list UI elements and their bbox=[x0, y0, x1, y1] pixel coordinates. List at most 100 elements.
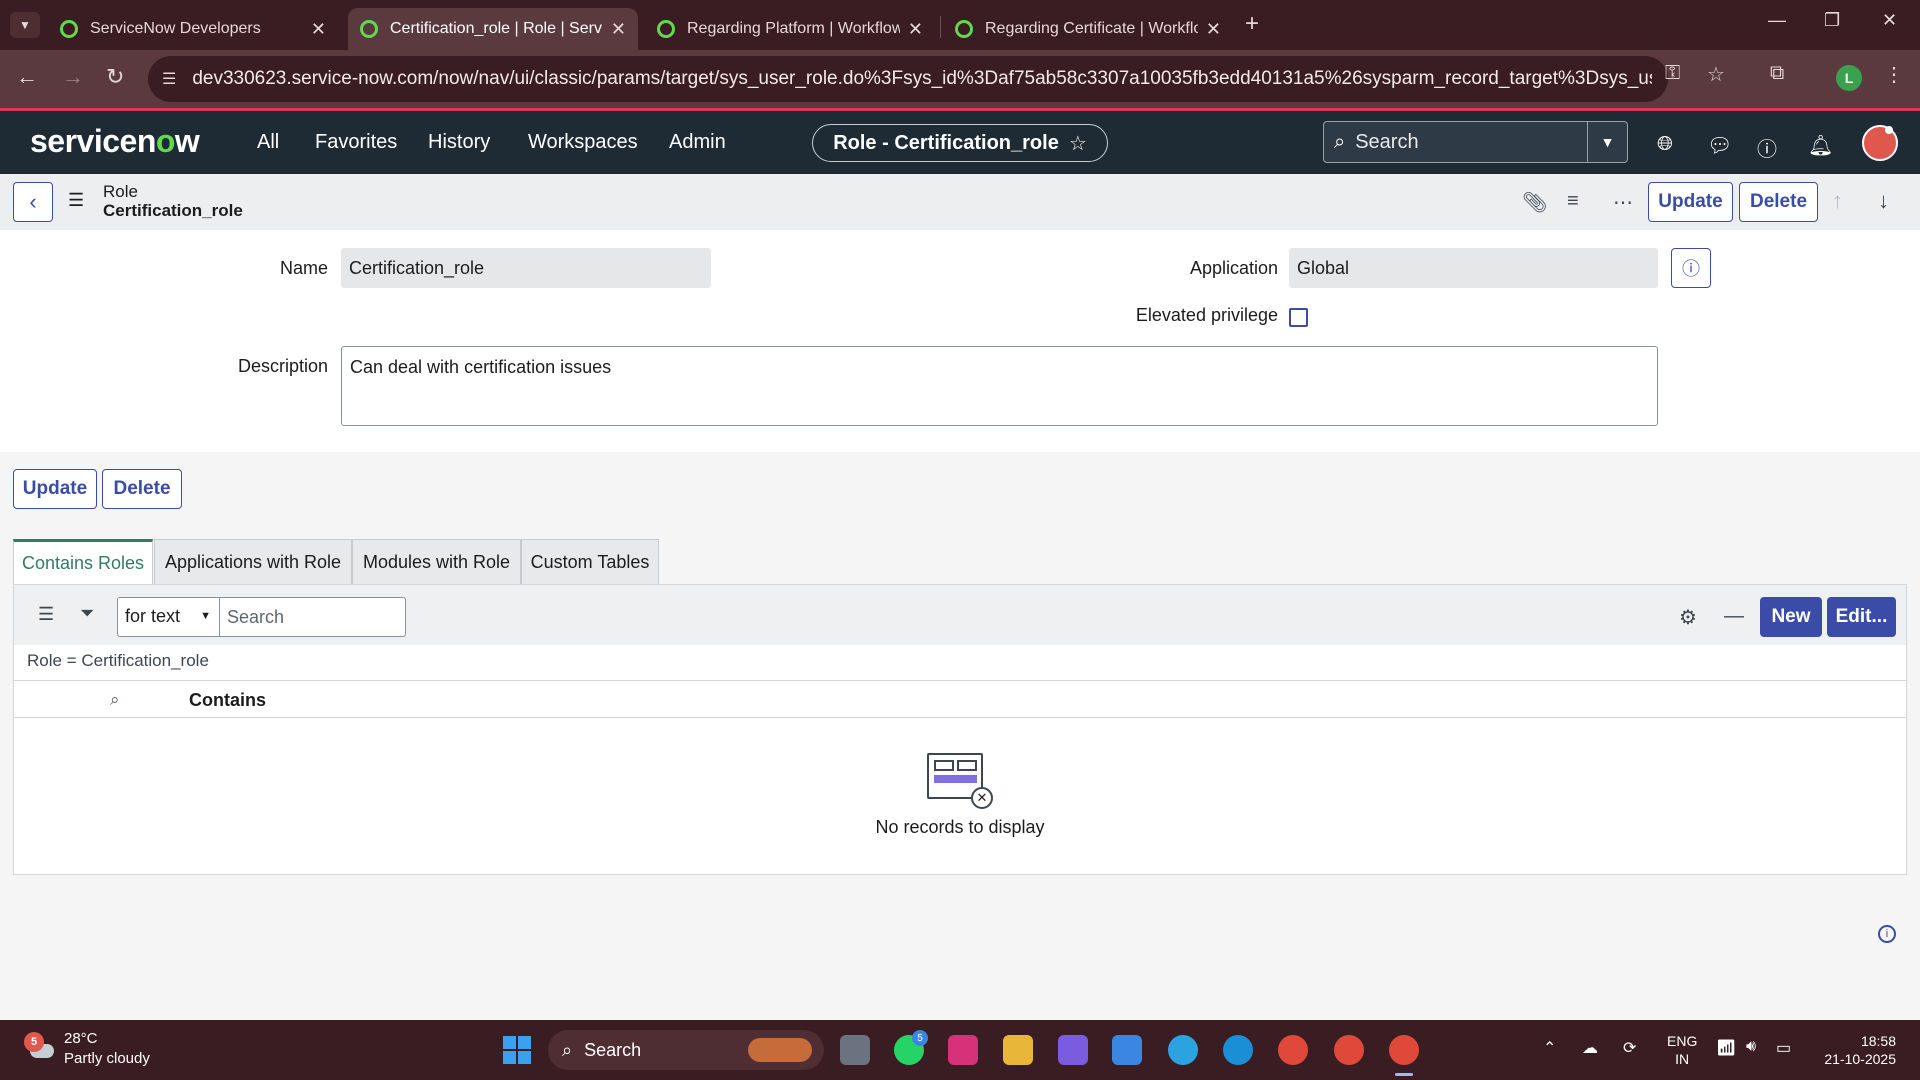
close-tab-icon[interactable]: ✕ bbox=[1206, 19, 1221, 40]
copilot-icon[interactable] bbox=[1058, 1035, 1088, 1065]
edge-browser-icon[interactable] bbox=[1223, 1035, 1253, 1065]
personalize-sliders-icon[interactable]: ≡ bbox=[1567, 190, 1579, 213]
edit-button[interactable]: Edit... bbox=[1827, 597, 1896, 637]
weather-temperature[interactable]: 28°C bbox=[64, 1030, 98, 1047]
search-input[interactable]: Search bbox=[1355, 131, 1587, 154]
show-hidden-icons-chevron-icon[interactable]: ⌃ bbox=[1543, 1038, 1556, 1058]
application-info-icon[interactable]: ⓘ bbox=[1671, 248, 1711, 288]
attachment-paperclip-icon[interactable]: 📎︎ bbox=[1522, 190, 1547, 215]
chrome-profile-icon[interactable] bbox=[1334, 1035, 1364, 1065]
filter-funnel-icon[interactable]: ⏷ bbox=[80, 603, 94, 624]
task-view-icon[interactable] bbox=[840, 1035, 870, 1065]
url-omnibox[interactable]: ☰ dev330623.service-now.com/now/nav/ui/c… bbox=[148, 56, 1668, 102]
more-options-icon[interactable]: ⋯ bbox=[1613, 190, 1633, 215]
application-field[interactable]: Global bbox=[1289, 248, 1658, 288]
help-icon[interactable]: ⓘ bbox=[1757, 133, 1777, 162]
page-info-icon[interactable]: i bbox=[1878, 925, 1896, 943]
restore-icon[interactable]: ❐ bbox=[1824, 10, 1840, 31]
onedrive-icon[interactable]: ☁ bbox=[1582, 1038, 1598, 1058]
chat-icon[interactable]: 💬︎ bbox=[1707, 133, 1732, 158]
elevated-privilege-checkbox[interactable] bbox=[1289, 308, 1308, 327]
tab-custom-tables[interactable]: Custom Tables bbox=[521, 539, 659, 585]
tab-title: Regarding Platform | Workflow bbox=[687, 20, 900, 37]
notifications-bell-icon[interactable]: 🔔︎ bbox=[1808, 133, 1833, 158]
taskbar-search[interactable]: ⌕ Search bbox=[548, 1030, 824, 1070]
servicenow-logo[interactable]: servicenow bbox=[30, 123, 200, 160]
close-window-icon[interactable]: ✕ bbox=[1882, 10, 1897, 31]
nav-favorites[interactable]: Favorites bbox=[315, 131, 397, 154]
nav-workspaces[interactable]: Workspaces bbox=[528, 131, 638, 154]
weather-condition[interactable]: Partly cloudy bbox=[64, 1050, 150, 1067]
list-breadcrumb[interactable]: Role = Certification_role bbox=[27, 651, 209, 671]
name-label: Name bbox=[279, 258, 328, 278]
tab-applications-with-role[interactable]: Applications with Role bbox=[154, 539, 352, 585]
browser-tab-2-active[interactable]: Certification_role | Role | ServiceNow ✕ bbox=[348, 8, 638, 50]
browser-tab-4[interactable]: Regarding Certificate | Workflow ✕ bbox=[943, 8, 1233, 50]
weather-icon[interactable]: 5 bbox=[22, 1032, 54, 1058]
url-text[interactable]: dev330623.service-now.com/now/nav/ui/cla… bbox=[192, 68, 1652, 90]
column-contains[interactable]: Contains bbox=[189, 690, 266, 711]
chrome-icon[interactable] bbox=[1278, 1035, 1308, 1065]
site-info-icon[interactable]: ☰ bbox=[162, 69, 176, 89]
instagram-icon[interactable] bbox=[948, 1035, 978, 1065]
browser-tab-3[interactable]: Regarding Platform | Workflow ✕ bbox=[645, 8, 935, 50]
close-tab-icon[interactable]: ✕ bbox=[311, 19, 326, 40]
battery-icon[interactable]: ▭ bbox=[1776, 1038, 1791, 1058]
chrome-active-profile-icon[interactable] bbox=[1389, 1035, 1419, 1065]
avatar-status-dot bbox=[1885, 126, 1893, 134]
list-context-menu-icon[interactable]: ☰ bbox=[38, 604, 54, 625]
nav-all[interactable]: All bbox=[257, 131, 279, 154]
file-explorer-icon[interactable] bbox=[1003, 1035, 1033, 1065]
reload-icon[interactable]: ↻ bbox=[106, 64, 124, 90]
back-arrow-icon[interactable]: ← bbox=[16, 64, 38, 90]
windows-start-icon[interactable] bbox=[503, 1036, 531, 1064]
list-search-input[interactable]: Search bbox=[220, 597, 406, 637]
windows-taskbar: 5 28°C Partly cloudy ⌕ Search 5 ⌃ ☁ ⟳ EN… bbox=[0, 1020, 1920, 1080]
bottom-update-button[interactable]: Update bbox=[13, 469, 97, 509]
next-record-down-arrow-icon[interactable]: ↓ bbox=[1878, 188, 1889, 214]
system-clock[interactable]: 18:58 21-10-2025 bbox=[1816, 1032, 1896, 1068]
tab-modules-with-role[interactable]: Modules with Role bbox=[352, 539, 521, 585]
collapse-minus-icon[interactable]: — bbox=[1724, 605, 1744, 628]
column-search-icon[interactable]: ⌕ bbox=[110, 690, 120, 710]
bottom-delete-button[interactable]: Delete bbox=[102, 469, 182, 509]
microsoft-store-icon[interactable] bbox=[1112, 1035, 1142, 1065]
previous-record-up-arrow-icon[interactable]: ↑ bbox=[1832, 188, 1843, 214]
form-context-menu-icon[interactable]: ☰ bbox=[68, 190, 84, 211]
globe-icon[interactable]: 🌐︎ bbox=[1657, 133, 1673, 156]
extensions-puzzle-icon[interactable]: ⧉ bbox=[1770, 62, 1784, 85]
search-scope-dropdown-icon[interactable]: ▼ bbox=[1587, 122, 1627, 162]
browser-profile-avatar[interactable]: L bbox=[1836, 65, 1862, 91]
sync-icon[interactable]: ⟳ bbox=[1623, 1038, 1636, 1058]
weather-app-icon[interactable] bbox=[1168, 1035, 1198, 1065]
new-button[interactable]: New bbox=[1760, 597, 1822, 637]
forward-arrow-icon[interactable]: → bbox=[62, 64, 84, 90]
language-indicator[interactable]: ENG IN bbox=[1667, 1032, 1697, 1068]
tab-contains-roles[interactable]: Contains Roles bbox=[13, 539, 153, 585]
related-list-toolbar: ☰ ⏷ for text ▼ Search ⚙ — New Edit... bbox=[14, 585, 1906, 645]
nav-history[interactable]: History bbox=[428, 131, 490, 154]
bookmark-star-icon[interactable]: ☆ bbox=[1707, 62, 1725, 87]
minimize-icon[interactable]: — bbox=[1768, 10, 1786, 31]
close-tab-icon[interactable]: ✕ bbox=[908, 19, 923, 40]
search-field-select[interactable]: for text ▼ bbox=[117, 597, 220, 637]
header-update-button[interactable]: Update bbox=[1648, 182, 1733, 222]
tab-search-dropdown-icon[interactable]: ▼ bbox=[10, 12, 40, 38]
empty-message: No records to display bbox=[875, 817, 1045, 837]
header-delete-button[interactable]: Delete bbox=[1739, 182, 1818, 222]
favorite-star-icon[interactable]: ☆ bbox=[1069, 131, 1087, 156]
global-search[interactable]: ⌕ Search ▼ bbox=[1323, 121, 1628, 163]
volume-icon[interactable]: 🔊︎ bbox=[1746, 1038, 1756, 1056]
password-key-icon[interactable]: ⚿ bbox=[1665, 62, 1680, 85]
list-settings-gear-icon[interactable]: ⚙ bbox=[1679, 605, 1697, 630]
browser-menu-icon[interactable]: ⋮ bbox=[1884, 62, 1904, 87]
description-textarea[interactable]: Can deal with certification issues bbox=[341, 346, 1658, 426]
back-button[interactable]: ‹ bbox=[13, 182, 53, 222]
nav-admin[interactable]: Admin bbox=[669, 131, 726, 154]
wifi-icon[interactable]: 📶︎ bbox=[1716, 1038, 1736, 1058]
close-tab-icon[interactable]: ✕ bbox=[611, 19, 626, 40]
name-field[interactable]: Certification_role bbox=[341, 248, 711, 288]
browser-tab-1[interactable]: ServiceNow Developers ✕ bbox=[48, 8, 338, 50]
new-tab-icon[interactable]: + bbox=[1245, 10, 1259, 38]
context-pill[interactable]: Role - Certification_role ☆ bbox=[812, 124, 1108, 162]
